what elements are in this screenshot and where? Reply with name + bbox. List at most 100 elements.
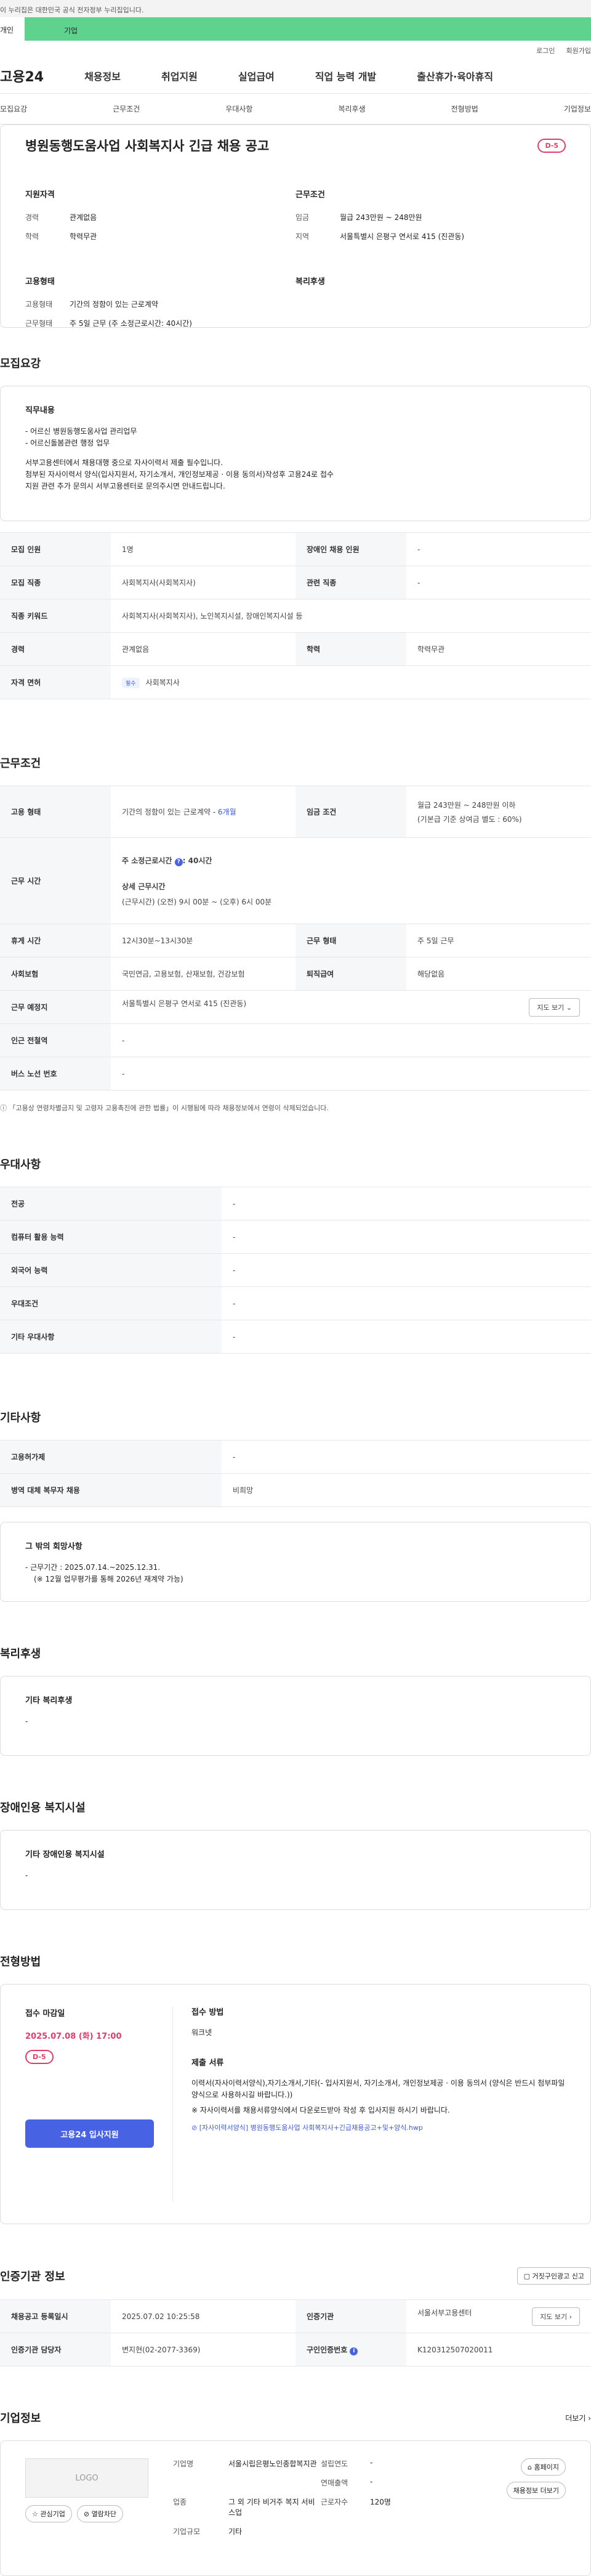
permit-value: - (222, 1440, 591, 1474)
org-name: 서울서부고용센터 (417, 2308, 472, 2317)
welfare-block: 복리후생 (296, 275, 566, 337)
tab-welfare[interactable]: 복리후생 (338, 104, 365, 114)
size-value: 기타 (228, 2527, 243, 2536)
other-pref-label: 기타 우대사항 (0, 1320, 222, 1354)
military-value: 비희망 (222, 1473, 591, 1507)
org-label: 인증기관 (296, 2299, 406, 2333)
table-row: 모집 직종 사회복지사(사회복지사) 관련 직종 - (0, 566, 591, 599)
qualification-heading: 지원자격 (25, 190, 55, 200)
tab-conditions[interactable]: 근무조건 (113, 104, 140, 114)
block-button[interactable]: ⊘ 열람차단 (76, 2505, 124, 2522)
hours-detail-title: 상세 근무시간 (122, 882, 166, 891)
agency-header: 인증기관 정보 ▢ 거짓구인광고 신고 (0, 2267, 591, 2285)
company-tab[interactable]: 기업 (25, 17, 591, 41)
pref-cond-label: 우대조건 (0, 1286, 222, 1320)
more-link[interactable]: 더보기 › (565, 2413, 591, 2423)
utility-links: 로그인 회원가입 (0, 41, 591, 58)
insurance-label: 사회보험 (0, 957, 111, 991)
welfare-heading: 복리후생 (296, 277, 325, 286)
table-row: 모집 인원 1명 장애인 채용 인원 - (0, 532, 591, 566)
block-icon: ⊘ (83, 2510, 92, 2518)
nav-leave[interactable]: 출산휴가·육아휴직 (417, 68, 493, 83)
sales-label: 연매출액 (321, 2479, 348, 2487)
workers-label: 근로자수 (321, 2498, 348, 2506)
disability-box: 기타 장애인용 복지시설 - (0, 1830, 591, 1910)
required-tag: 필수 (122, 677, 140, 688)
table-row: 고용허가제 - (0, 1440, 591, 1474)
apply-button[interactable]: 고용24 입사지원 (25, 2119, 154, 2148)
hours-main-value: : 40시간 (182, 856, 212, 865)
related-occupation-label: 관련 직종 (296, 566, 406, 599)
attachment-link[interactable]: ⊘ [자사이력서양식] 병원동행도움사업 사회복지사+긴급채용공고+및+양식.h… (191, 2123, 566, 2134)
hours-detail: (근무시간) (오전) 9시 00분 ~ (오후) 6시 00분 (122, 897, 272, 906)
major-value: - (222, 1187, 591, 1221)
job-title: 병원동행도움사업 사회복지사 긴급 채용 공고 (25, 139, 270, 153)
cert-label-text: 구인인증번호 (307, 2345, 348, 2354)
employ-block: 고용형태 고용형태 기간의 정함이 있는 근로계약 근무형태 주 5일 근무 (주 … (25, 275, 296, 337)
wage-range: 월급 243만원 ~ 248만원 이하 (417, 800, 516, 810)
table-row: 자격 면허 필수 사회복지사 (0, 665, 591, 699)
block-label: 열람차단 (91, 2510, 117, 2518)
table-row: 고용 형태 기간의 정함이 있는 근로계약 - 6개월 임금 조건 월급 243… (0, 786, 591, 838)
table-row: 사회보험 국민연금, 고용보험, 산재보험, 건강보험 퇴직급여 해당없음 (0, 957, 591, 991)
nav-jobs[interactable]: 채용정보 (84, 68, 121, 83)
nav-unemployment[interactable]: 실업급여 (238, 68, 275, 83)
workers-value: 120명 (370, 2498, 391, 2506)
recruit-table: 모집 인원 1명 장애인 채용 인원 - 모집 직종 사회복지사(사회복지사) … (0, 532, 591, 699)
method-block: 접수 방법 워크넷 제출 서류 이력서(자사이력서양식),자기소개서,기타(- … (173, 2007, 566, 2201)
size-label: 기업규모 (173, 2527, 201, 2536)
conditions-heading: 근무조건 (0, 757, 41, 770)
tab-company[interactable]: 기업정보 (564, 104, 591, 114)
map-button[interactable]: 지도 보기 ⌄ (529, 997, 580, 1017)
table-row: 전공 - (0, 1187, 591, 1221)
permit-label: 고용허가제 (0, 1440, 222, 1474)
table-row: 인근 전철역 - (0, 1023, 591, 1057)
company-jobs-button[interactable]: 채용정보 더보기 (506, 2482, 566, 2499)
company-info-grid: 기업명 서울시립은평노인종합복지관 설립연도 - 연매출액 - 업종 그 외 기… (173, 2458, 473, 2558)
favorite-button[interactable]: ☆ 관심기업 (25, 2505, 72, 2522)
tab-recruit[interactable]: 모집요강 (0, 104, 27, 114)
severance-value: 해당없음 (406, 957, 591, 991)
wage-cond-value: 월급 243만원 ~ 248만원 이하 (기본급 기준 상여금 별도 : 60%… (406, 786, 591, 838)
age-footnote: ⓘ 「고용상 연령차별금지 및 고령자 고용촉진에 관한 법률」이 시행됨에 따… (0, 1103, 591, 1113)
duty-line: 첨부된 자사이력서 양식(입사지원서, 자기소개서, 개인정보제공 · 이용 동… (25, 469, 334, 479)
experience-value: 관계없음 (70, 213, 97, 222)
report-button[interactable]: ▢ 거짓구인광고 신고 (517, 2267, 591, 2285)
duty-box: 직무내용 - 어르신 병원동행도움사업 관리업무 - 어르신돌봄관련 행정 업무… (0, 386, 591, 521)
agency-map-label: 지도 보기 (540, 2312, 568, 2321)
personal-tab[interactable]: 개인 (0, 17, 25, 41)
report-label: 거짓구인광고 신고 (532, 2272, 584, 2280)
favorite-label: 관심기업 (40, 2510, 65, 2518)
pref-cond-value: - (222, 1286, 591, 1320)
nav-training[interactable]: 직업 능력 개발 (315, 68, 376, 83)
tab-preferences[interactable]: 우대사항 (225, 104, 252, 114)
age-footnote-text: 「고용상 연령차별금지 및 고령자 고용촉진에 관한 법률」이 시행됨에 따라 … (9, 1104, 329, 1112)
place-value: 서울특별시 은평구 연서로 415 (진관동) 지도 보기 ⌄ (111, 990, 591, 1024)
founded-value: - (370, 2458, 373, 2467)
language-label: 외국어 능력 (0, 1253, 222, 1287)
military-label: 병역 대체 복무자 채용 (0, 1473, 222, 1507)
agency-map-button[interactable]: 지도 보기 › (532, 2307, 580, 2326)
tab-process[interactable]: 전형방법 (451, 104, 478, 114)
license-name: 사회복지사 (145, 678, 180, 687)
deadline-title: 접수 마감일 (25, 2009, 65, 2018)
table-row: 기타 우대사항 - (0, 1320, 591, 1354)
login-link[interactable]: 로그인 (536, 46, 555, 58)
table-row: 채용공고 등록일시 2025.07.02 10:25:58 인증기관 서울서부고… (0, 2299, 591, 2333)
org-value: 서울서부고용센터 지도 보기 › (406, 2299, 591, 2333)
signup-link[interactable]: 회원가입 (566, 46, 591, 58)
home-icon: ⌂ (528, 2463, 534, 2471)
career-value: 관계없음 (111, 632, 296, 666)
nav-employment-support[interactable]: 취업지원 (161, 68, 198, 83)
homepage-button[interactable]: ⌂ 홈페이지 (521, 2458, 566, 2476)
computer-value: - (222, 1220, 591, 1254)
other-wish-box: 그 밖의 회망사항 - 근무기간 : 2025.07.14.~2025.12.3… (0, 1522, 591, 1602)
wage-cond-label: 임금 조건 (296, 786, 406, 838)
info-icon[interactable]: i (350, 2347, 358, 2355)
duty-line: 서부고용센터에서 채용대행 중으로 자사이력서 제출 필수입니다. (25, 458, 223, 468)
cert-value: K120312507020011 (406, 2333, 591, 2367)
conditions-table: 고용 형태 기간의 정함이 있는 근로계약 - 6개월 임금 조건 월급 243… (0, 786, 591, 1091)
education-value: 학력무관 (70, 232, 97, 241)
site-logo[interactable]: 고용24 (0, 66, 44, 86)
info-icon[interactable]: ? (174, 858, 183, 866)
